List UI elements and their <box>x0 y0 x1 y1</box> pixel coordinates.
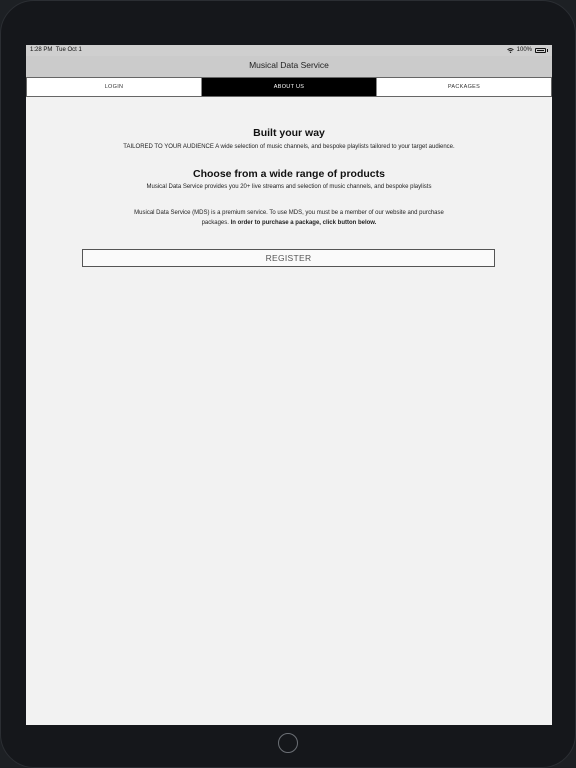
nav-title: Musical Data Service <box>249 60 329 70</box>
battery-percent: 100% <box>516 47 532 53</box>
wifi-icon <box>506 47 514 53</box>
status-time: 1:28 PM <box>30 47 53 53</box>
section-text-products: Musical Data Service provides you 20+ li… <box>146 184 432 190</box>
status-time-date: 1:28 PM Tue Oct 1 <box>30 47 82 53</box>
status-date: Tue Oct 1 <box>55 47 82 53</box>
info-line2-bold: In order to purchase a package, click bu… <box>230 220 377 226</box>
tab-packages[interactable]: PACKAGES <box>377 78 551 96</box>
tab-login[interactable]: LOGIN <box>27 78 202 96</box>
app-screen: 1:28 PM Tue Oct 1 100% Musical Data Serv… <box>26 45 552 725</box>
info-line2-prefix: packages. <box>201 220 231 226</box>
register-button-label: REGISTER <box>265 253 312 263</box>
tab-packages-label: PACKAGES <box>447 84 481 90</box>
info-paragraph: Musical Data Service (MDS) is a premium … <box>26 208 552 228</box>
section-heading-built: Built your way <box>253 127 325 139</box>
tab-about-us-label: ABOUT US <box>273 84 305 90</box>
battery-nub <box>547 48 548 52</box>
tab-about-us[interactable]: ABOUT US <box>202 78 377 96</box>
tablet-device-frame: 1:28 PM Tue Oct 1 100% Musical Data Serv… <box>0 0 576 768</box>
tab-bar: LOGIN ABOUT US PACKAGES <box>26 77 552 97</box>
status-indicators: 100% <box>506 47 548 53</box>
register-button[interactable]: REGISTER <box>82 249 495 267</box>
home-button[interactable] <box>278 733 298 753</box>
section-text-tailored: TAILORED TO YOUR AUDIENCE A wide selecti… <box>123 144 455 150</box>
info-line1: Musical Data Service (MDS) is a premium … <box>134 210 444 216</box>
status-bar: 1:28 PM Tue Oct 1 100% <box>26 45 552 56</box>
navigation-bar: Musical Data Service <box>26 56 552 77</box>
tab-login-label: LOGIN <box>104 84 124 90</box>
section-heading-products: Choose from a wide range of products <box>193 168 385 180</box>
battery-icon <box>535 47 546 53</box>
